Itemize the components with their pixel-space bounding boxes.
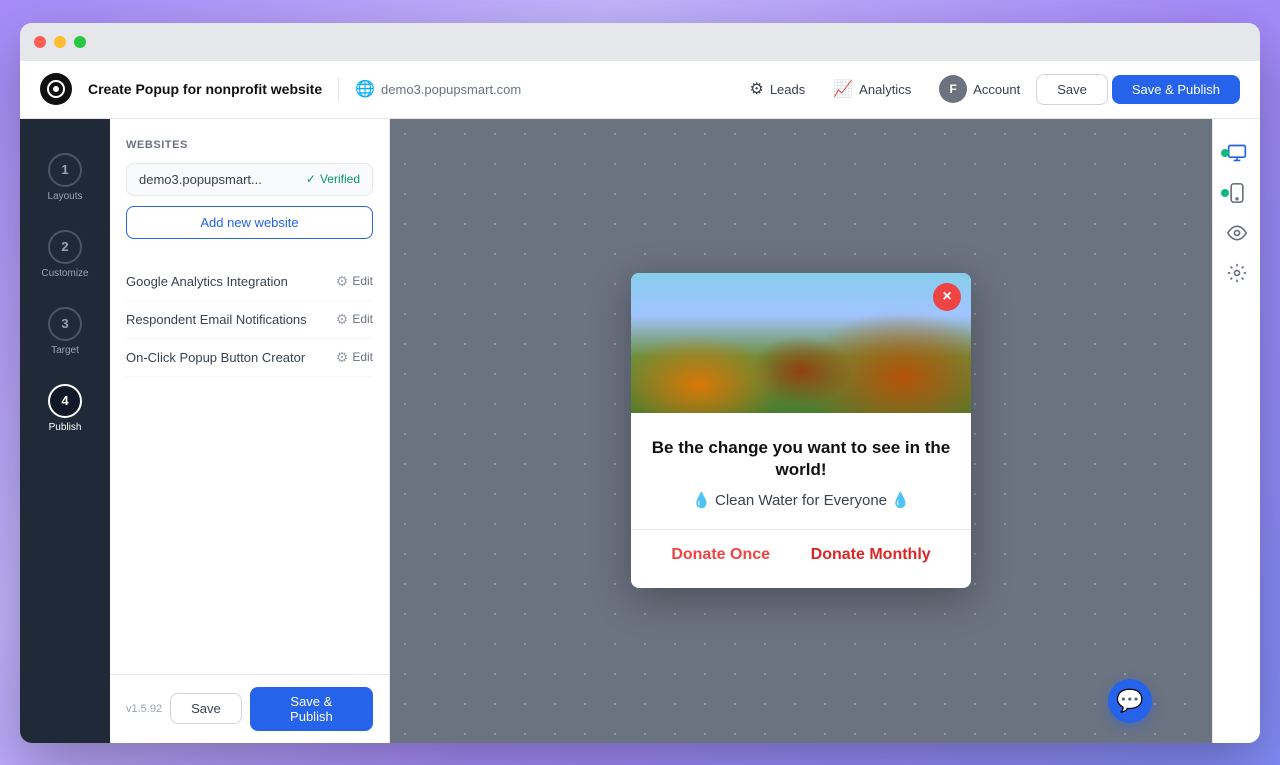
minimize-dot[interactable] [54, 36, 66, 48]
analytics-edit-label: Edit [352, 274, 373, 288]
header: Create Popup for nonprofit website 🌐 dem… [20, 61, 1260, 119]
device-toolbar [1212, 119, 1260, 743]
account-label: Account [973, 82, 1020, 97]
preview-button[interactable] [1219, 215, 1255, 251]
popup-close-button[interactable]: × [933, 283, 961, 311]
settings-item-email[interactable]: Respondent Email Notifications ⚙ Edit [126, 301, 373, 339]
step-nav: 1 Layouts 2 Customize 3 Target 4 [20, 119, 110, 743]
step-circle-3: 3 [48, 307, 82, 341]
nav-analytics[interactable]: 📈 Analytics [821, 73, 923, 105]
version-text: v1.5.92 [126, 703, 162, 715]
leads-label: Leads [770, 82, 805, 97]
footer-publish-button[interactable]: Save & Publish [250, 687, 373, 731]
close-dot[interactable] [34, 36, 46, 48]
mobile-indicator [1221, 189, 1229, 197]
url-text: demo3.popupsmart.com [381, 82, 521, 97]
step-label-2: Customize [41, 268, 88, 279]
preview-area: × Be the change you want to see in the w… [390, 119, 1212, 743]
settings-content: Websites demo3.popupsmart... ✓ Verified … [110, 119, 389, 674]
popup-card: × Be the change you want to see in the w… [631, 273, 971, 588]
titlebar [20, 23, 1260, 61]
analytics-edit-action[interactable]: ⚙ Edit [336, 273, 373, 290]
analytics-integration-label: Google Analytics Integration [126, 274, 288, 289]
step-publish[interactable]: 4 Publish [20, 374, 110, 443]
website-name: demo3.popupsmart... [139, 172, 262, 187]
chat-bubble[interactable]: 💬 [1108, 679, 1152, 723]
onclick-edit-action[interactable]: ⚙ Edit [336, 349, 373, 366]
popup-headline: Be the change you want to see in the wor… [651, 437, 951, 481]
step-customize[interactable]: 2 Customize [20, 220, 110, 289]
popup-image [631, 273, 971, 413]
settings-item-analytics[interactable]: Google Analytics Integration ⚙ Edit [126, 263, 373, 301]
globe-icon: 🌐 [355, 79, 375, 99]
footer-save-button[interactable]: Save [170, 693, 242, 724]
settings-item-onclick[interactable]: On-Click Popup Button Creator ⚙ Edit [126, 339, 373, 377]
verified-label: Verified [320, 172, 360, 186]
logo [40, 73, 72, 105]
step-label-3: Target [51, 345, 79, 356]
step-circle-1: 1 [48, 153, 82, 187]
save-button[interactable]: Save [1036, 74, 1108, 105]
leads-icon: ⚙ [749, 79, 763, 99]
analytics-label: Analytics [859, 82, 911, 97]
desktop-indicator [1221, 149, 1229, 157]
popup-body: Be the change you want to see in the wor… [631, 413, 971, 588]
step-target[interactable]: 3 Target [20, 297, 110, 366]
website-item: demo3.popupsmart... ✓ Verified [126, 163, 373, 196]
popup-subtext: 💧 Clean Water for Everyone 💧 [651, 491, 951, 509]
popup-image-inner [631, 273, 971, 413]
header-nav: ⚙ Leads 📈 Analytics F Account Save Save … [737, 69, 1240, 109]
email-notifications-label: Respondent Email Notifications [126, 312, 307, 327]
email-edit-label: Edit [352, 312, 373, 326]
email-edit-action[interactable]: ⚙ Edit [336, 311, 373, 328]
donate-monthly-button[interactable]: Donate Monthly [811, 546, 931, 564]
gear-icon-analytics: ⚙ [336, 273, 349, 290]
app-window: Create Popup for nonprofit website 🌐 dem… [20, 23, 1260, 743]
settings-panel: Websites demo3.popupsmart... ✓ Verified … [110, 119, 390, 743]
gear-icon-onclick: ⚙ [336, 349, 349, 366]
settings-footer: v1.5.92 Save Save & Publish [110, 674, 389, 743]
step-label-1: Layouts [47, 191, 82, 202]
page-title: Create Popup for nonprofit website [88, 81, 322, 97]
settings-gear-button[interactable] [1219, 255, 1255, 291]
step-circle-2: 2 [48, 230, 82, 264]
gear-icon-email: ⚙ [336, 311, 349, 328]
analytics-icon: 📈 [833, 79, 853, 99]
popup-actions: Donate Once Donate Monthly [651, 546, 951, 572]
step-circle-4: 4 [48, 384, 82, 418]
maximize-dot[interactable] [74, 36, 86, 48]
mobile-view-button[interactable] [1219, 175, 1255, 211]
checkmark-icon: ✓ [306, 172, 316, 186]
nav-leads[interactable]: ⚙ Leads [737, 73, 817, 105]
step-layouts[interactable]: 1 Layouts [20, 143, 110, 212]
save-publish-button[interactable]: Save & Publish [1112, 75, 1240, 104]
websites-section-label: Websites [126, 139, 373, 151]
verified-badge: ✓ Verified [306, 172, 360, 186]
desktop-view-button[interactable] [1219, 135, 1255, 171]
header-url: 🌐 demo3.popupsmart.com [355, 79, 521, 99]
step-label-4: Publish [49, 422, 82, 433]
nav-account[interactable]: F Account [927, 69, 1032, 109]
header-divider [338, 77, 339, 101]
onclick-edit-label: Edit [352, 350, 373, 364]
main-content: 1 Layouts 2 Customize 3 Target 4 [20, 119, 1260, 743]
add-website-button[interactable]: Add new website [126, 206, 373, 239]
avatar: F [939, 75, 967, 103]
onclick-button-label: On-Click Popup Button Creator [126, 350, 305, 365]
popup-divider [631, 529, 971, 530]
donate-once-button[interactable]: Donate Once [671, 546, 770, 564]
